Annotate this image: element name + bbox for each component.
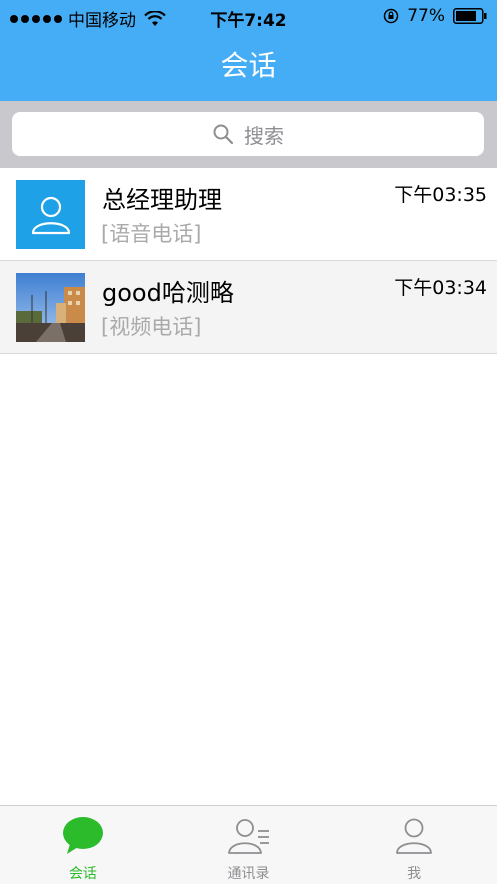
tab-bar: 会话 通讯录 我	[0, 805, 497, 884]
search-area: 搜索	[0, 101, 497, 168]
tab-label: 会话	[68, 866, 97, 882]
tab-label: 通讯录	[227, 866, 270, 882]
search-input[interactable]: 搜索	[12, 112, 484, 156]
conversation-preview: [视频电话]	[101, 315, 202, 339]
header: 中国移动 下午7:42 77% 会话	[0, 0, 497, 101]
chat-bubble-icon	[62, 817, 103, 854]
conversation-name: 总经理助理	[102, 186, 222, 214]
conversation-item[interactable]: 总经理助理 [语音电话] 下午03:35	[0, 168, 497, 261]
conversation-preview: [语音电话]	[101, 222, 202, 246]
tab-conversations[interactable]: 会话	[0, 806, 166, 884]
status-right: 77%	[383, 6, 487, 26]
avatar	[16, 273, 85, 342]
search-icon	[213, 124, 234, 145]
avatar	[16, 180, 85, 249]
battery-icon	[453, 8, 487, 24]
search-placeholder: 搜索	[244, 123, 284, 148]
status-bar: 中国移动 下午7:42 77%	[0, 0, 497, 34]
tab-label: 我	[407, 866, 422, 882]
battery-percent: 77%	[407, 6, 445, 26]
me-icon	[396, 818, 433, 854]
conversation-list: 总经理助理 [语音电话] 下午03:35 good哈测略 [视频电话] 下午03…	[0, 168, 497, 354]
contacts-icon	[227, 819, 269, 854]
conversation-name: good哈测略	[102, 279, 234, 307]
conversation-time: 下午03:35	[394, 184, 487, 206]
tab-contacts[interactable]: 通讯录	[166, 806, 332, 884]
person-icon	[31, 196, 70, 234]
street-photo	[16, 273, 85, 342]
orientation-lock-icon	[383, 8, 399, 24]
conversation-item[interactable]: good哈测略 [视频电话] 下午03:34	[0, 261, 497, 354]
tab-me[interactable]: 我	[331, 806, 497, 884]
page-title: 会话	[220, 49, 277, 82]
conversation-time: 下午03:34	[394, 277, 487, 299]
